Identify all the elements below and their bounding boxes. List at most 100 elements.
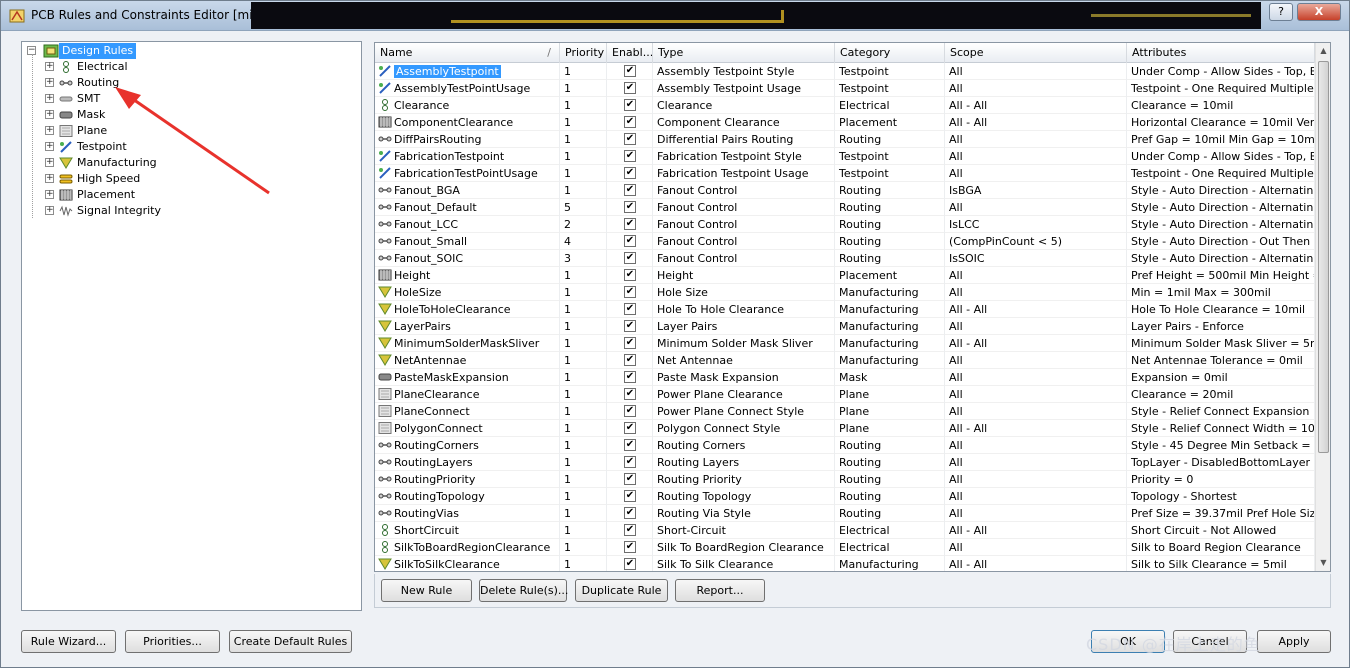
new-rule-button[interactable]: New Rule xyxy=(381,579,472,602)
enabled-checkbox[interactable]: ✔ xyxy=(624,320,636,332)
enabled-checkbox[interactable]: ✔ xyxy=(624,286,636,298)
column-header-category[interactable]: Category xyxy=(835,43,945,63)
tree-item-design-rules[interactable]: − Design Rules xyxy=(25,43,360,59)
cell-name[interactable]: Fanout_LCC xyxy=(375,216,560,233)
enabled-checkbox[interactable]: ✔ xyxy=(624,252,636,264)
expand-icon[interactable]: + xyxy=(45,78,54,87)
cell-name[interactable]: Fanout_Small xyxy=(375,233,560,250)
cell-name[interactable]: Height xyxy=(375,267,560,284)
enabled-checkbox[interactable]: ✔ xyxy=(624,524,636,536)
cell-name[interactable]: ShortCircuit xyxy=(375,522,560,539)
enabled-checkbox[interactable]: ✔ xyxy=(624,507,636,519)
cell-name[interactable]: HoleSize xyxy=(375,284,560,301)
enabled-checkbox[interactable]: ✔ xyxy=(624,422,636,434)
enabled-checkbox[interactable]: ✔ xyxy=(624,235,636,247)
cell-name[interactable]: Fanout_BGA xyxy=(375,182,560,199)
table-row[interactable]: FabricationTestPointUsage 1 ✔ Fabrication T… xyxy=(375,165,1315,182)
duplicate-rule-button[interactable]: Duplicate Rule xyxy=(575,579,668,602)
enabled-checkbox[interactable]: ✔ xyxy=(624,269,636,281)
table-row[interactable]: Fanout_SOIC 3 ✔ Fanout Control Routing IsSOIC… xyxy=(375,250,1315,267)
enabled-checkbox[interactable]: ✔ xyxy=(624,388,636,400)
table-row[interactable]: Height 1 ✔ Height Placement All Pref Height = … xyxy=(375,267,1315,284)
table-row[interactable]: SilkToSilkClearance 1 ✔ Silk To Silk Cleara… xyxy=(375,556,1315,571)
enabled-checkbox[interactable]: ✔ xyxy=(624,65,636,77)
cell-name[interactable]: HoleToHoleClearance xyxy=(375,301,560,318)
tree-item-electrical[interactable]: + Electrical xyxy=(43,59,343,75)
cell-name[interactable]: PlaneClearance xyxy=(375,386,560,403)
table-row[interactable]: Fanout_LCC 2 ✔ Fanout Control Routing IsLCC St… xyxy=(375,216,1315,233)
table-row[interactable]: DiffPairsRouting 1 ✔ Differential Pairs Rou… xyxy=(375,131,1315,148)
column-header-enabled[interactable]: Enabl... xyxy=(607,43,653,63)
expand-icon[interactable]: + xyxy=(45,142,54,151)
table-row[interactable]: PlaneConnect 1 ✔ Power Plane Connect Style P… xyxy=(375,403,1315,420)
cell-name[interactable]: NetAntennae xyxy=(375,352,560,369)
cell-name[interactable]: SilkToSilkClearance xyxy=(375,556,560,571)
tree-item-signal-integrity[interactable]: + Signal Integrity xyxy=(43,203,343,219)
expand-icon[interactable]: + xyxy=(45,158,54,167)
column-header-name[interactable]: Name / xyxy=(375,43,560,63)
cell-name[interactable]: RoutingLayers xyxy=(375,454,560,471)
cell-name[interactable]: RoutingVias xyxy=(375,505,560,522)
report-button[interactable]: Report... xyxy=(675,579,765,602)
enabled-checkbox[interactable]: ✔ xyxy=(624,541,636,553)
table-row[interactable]: PolygonConnect 1 ✔ Polygon Connect Style Pla… xyxy=(375,420,1315,437)
cell-name[interactable]: RoutingCorners xyxy=(375,437,560,454)
table-row[interactable]: HoleToHoleClearance 1 ✔ Hole To Hole Cleara… xyxy=(375,301,1315,318)
cell-name[interactable]: DiffPairsRouting xyxy=(375,131,560,148)
enabled-checkbox[interactable]: ✔ xyxy=(624,354,636,366)
expand-icon[interactable]: + xyxy=(45,190,54,199)
priorities-button[interactable]: Priorities... xyxy=(125,630,220,653)
table-row[interactable]: RoutingCorners 1 ✔ Routing Corners Routing Al… xyxy=(375,437,1315,454)
rule-wizard-button[interactable]: Rule Wizard... xyxy=(21,630,116,653)
enabled-checkbox[interactable]: ✔ xyxy=(624,405,636,417)
table-row[interactable]: AssemblyTestpoint 1 ✔ Assembly Testpoint St… xyxy=(375,63,1315,80)
cell-name[interactable]: PasteMaskExpansion xyxy=(375,369,560,386)
cell-name[interactable]: AssemblyTestpoint xyxy=(375,63,560,80)
cell-name[interactable]: LayerPairs xyxy=(375,318,560,335)
scroll-down-icon[interactable]: ▼ xyxy=(1316,555,1330,571)
table-row[interactable]: RoutingPriority 1 ✔ Routing Priority Routing… xyxy=(375,471,1315,488)
cell-name[interactable]: MinimumSolderMaskSliver xyxy=(375,335,560,352)
enabled-checkbox[interactable]: ✔ xyxy=(624,337,636,349)
cell-name[interactable]: AssemblyTestPointUsage xyxy=(375,80,560,97)
enabled-checkbox[interactable]: ✔ xyxy=(624,150,636,162)
enabled-checkbox[interactable]: ✔ xyxy=(624,82,636,94)
table-row[interactable]: PasteMaskExpansion 1 ✔ Paste Mask Expansion… xyxy=(375,369,1315,386)
table-row[interactable]: MinimumSolderMaskSliver 1 ✔ Minimum Solder … xyxy=(375,335,1315,352)
table-row[interactable]: Fanout_BGA 1 ✔ Fanout Control Routing IsBGA St… xyxy=(375,182,1315,199)
expand-icon[interactable]: + xyxy=(45,110,54,119)
enabled-checkbox[interactable]: ✔ xyxy=(624,473,636,485)
table-row[interactable]: SilkToBoardRegionClearance 1 ✔ Silk To Boar… xyxy=(375,539,1315,556)
enabled-checkbox[interactable]: ✔ xyxy=(624,303,636,315)
cell-name[interactable]: FabricationTestPointUsage xyxy=(375,165,560,182)
cell-name[interactable]: Fanout_Default xyxy=(375,199,560,216)
expand-icon[interactable]: + xyxy=(45,62,54,71)
create-default-rules-button[interactable]: Create Default Rules xyxy=(229,630,352,653)
column-header-type[interactable]: Type xyxy=(653,43,835,63)
cell-name[interactable]: Clearance xyxy=(375,97,560,114)
table-row[interactable]: Fanout_Default 5 ✔ Fanout Control Routing All… xyxy=(375,199,1315,216)
table-row[interactable]: RoutingTopology 1 ✔ Routing Topology Routing… xyxy=(375,488,1315,505)
apply-button[interactable]: Apply xyxy=(1257,630,1331,653)
enabled-checkbox[interactable]: ✔ xyxy=(624,116,636,128)
column-header-priority[interactable]: Priority xyxy=(560,43,607,63)
enabled-checkbox[interactable]: ✔ xyxy=(624,371,636,383)
vertical-scrollbar[interactable]: ▲ ▼ xyxy=(1315,43,1330,571)
enabled-checkbox[interactable]: ✔ xyxy=(624,490,636,502)
column-header-scope[interactable]: Scope xyxy=(945,43,1127,63)
table-row[interactable]: Clearance 1 ✔ Clearance Electrical All - All C… xyxy=(375,97,1315,114)
enabled-checkbox[interactable]: ✔ xyxy=(624,133,636,145)
table-row[interactable]: PlaneClearance 1 ✔ Power Plane Clearance Pla… xyxy=(375,386,1315,403)
table-row[interactable]: LayerPairs 1 ✔ Layer Pairs Manufacturing All L… xyxy=(375,318,1315,335)
cell-name[interactable]: PolygonConnect xyxy=(375,420,560,437)
cell-name[interactable]: RoutingTopology xyxy=(375,488,560,505)
scroll-up-icon[interactable]: ▲ xyxy=(1316,43,1330,59)
delete-rule-button[interactable]: Delete Rule(s)... xyxy=(479,579,568,602)
table-row[interactable]: HoleSize 1 ✔ Hole Size Manufacturing All Min =… xyxy=(375,284,1315,301)
table-row[interactable]: RoutingLayers 1 ✔ Routing Layers Routing All T… xyxy=(375,454,1315,471)
enabled-checkbox[interactable]: ✔ xyxy=(624,184,636,196)
enabled-checkbox[interactable]: ✔ xyxy=(624,456,636,468)
help-button[interactable]: ? xyxy=(1269,3,1293,21)
enabled-checkbox[interactable]: ✔ xyxy=(624,439,636,451)
enabled-checkbox[interactable]: ✔ xyxy=(624,99,636,111)
